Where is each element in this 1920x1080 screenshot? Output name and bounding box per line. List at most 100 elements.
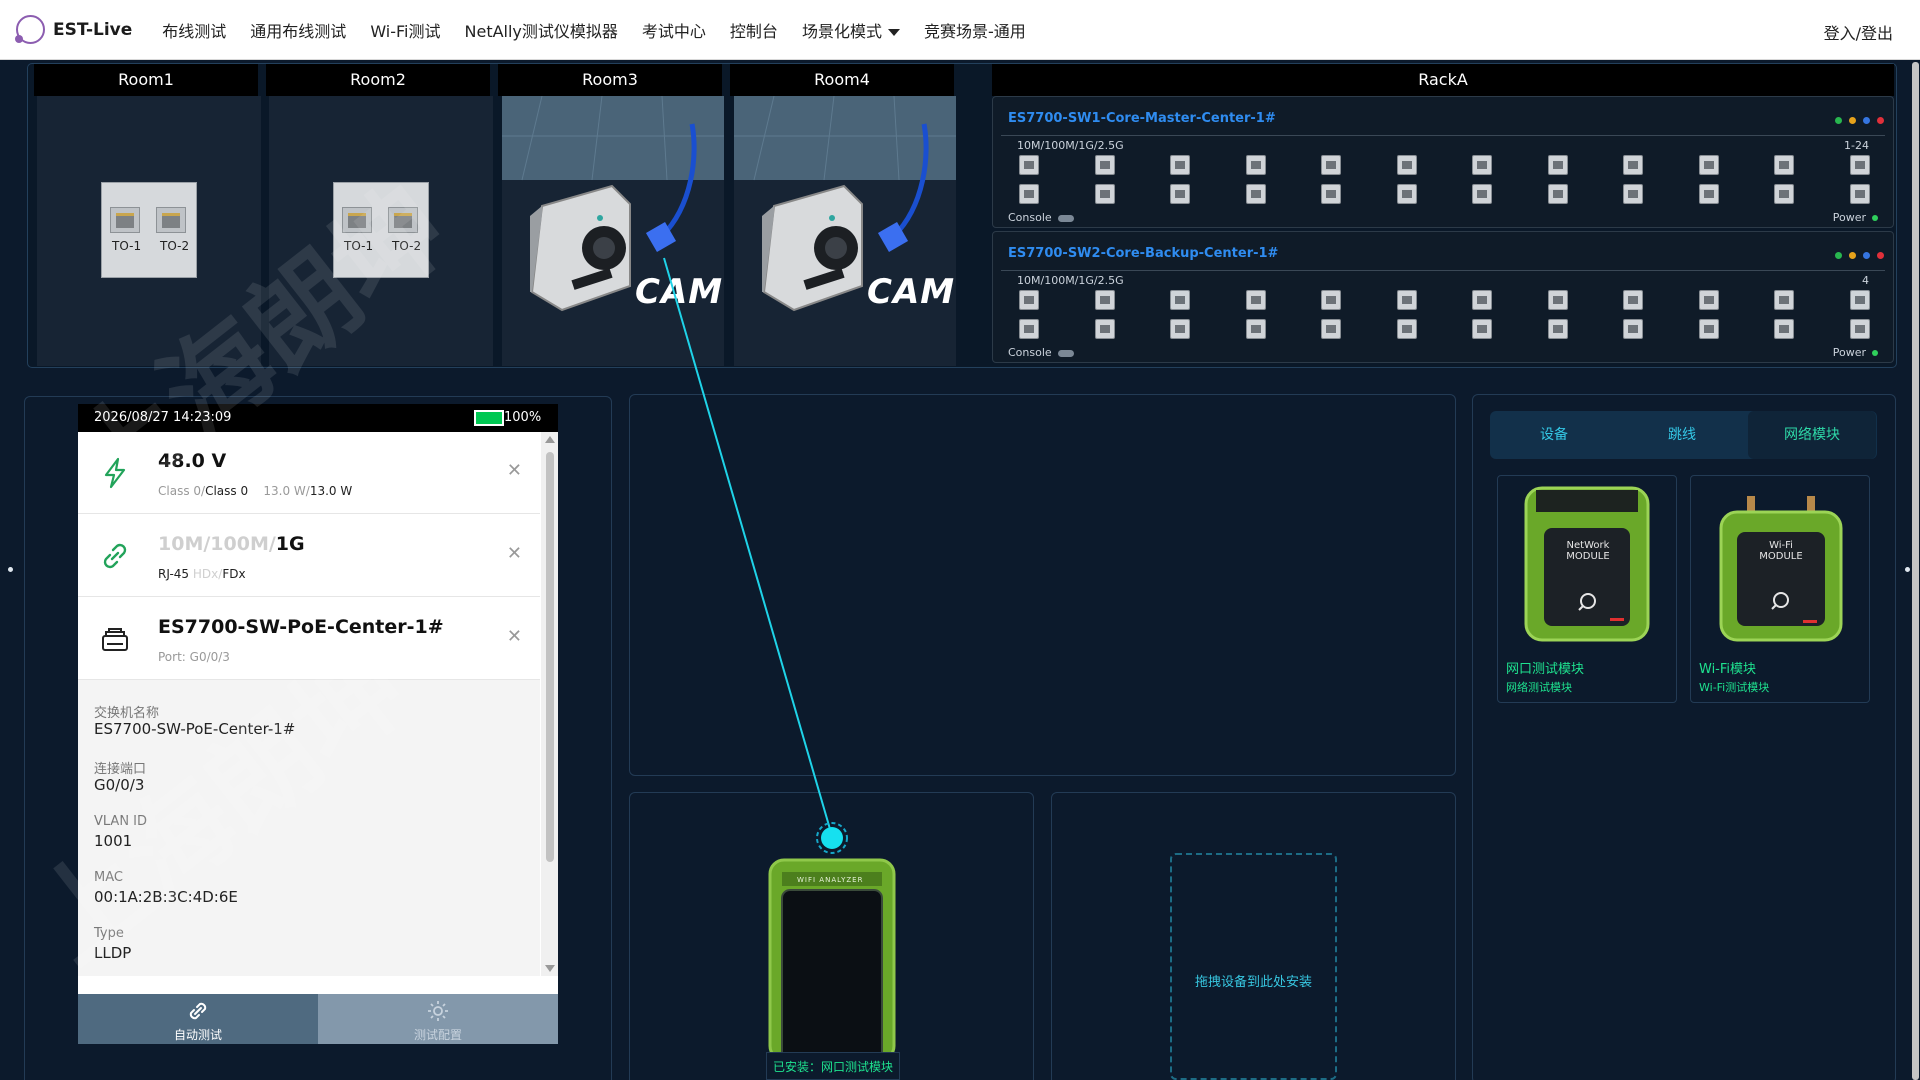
nav-netally-simulator[interactable]: NetAlly测试仪模拟器	[465, 18, 618, 42]
inventory-tabs: 设备 跳线 网络模块	[1490, 411, 1877, 459]
nav-wifi-test[interactable]: Wi-Fi测试	[370, 18, 440, 42]
switch-port[interactable]	[1849, 184, 1870, 204]
tab-test-config[interactable]: 测试配置	[318, 994, 558, 1044]
switch-port[interactable]	[1849, 155, 1870, 175]
module-card-wifi[interactable]: Wi-Fi MODULE Wi-Fi模块 Wi-Fi测试模块	[1690, 475, 1870, 703]
switch-port[interactable]	[1547, 290, 1568, 310]
device-drop-zone[interactable]: 拖拽设备到此处安装	[1170, 853, 1337, 1080]
switch-port[interactable]	[1094, 184, 1115, 204]
logo[interactable]: EST-Live	[15, 15, 150, 44]
close-icon[interactable]: ✕	[507, 543, 522, 564]
battery-percent: 100%	[504, 410, 542, 425]
switch-sw2[interactable]: ES7700-SW2-Core-Backup-Center-1# 10M/100…	[992, 231, 1894, 363]
switch-port[interactable]	[1245, 184, 1266, 204]
poe-result-card[interactable]: 48.0 V Class 0/Class 0 13.0 W/13.0 W ✕	[78, 432, 540, 514]
tab-patch-cords[interactable]: 跳线	[1618, 411, 1746, 459]
switch-port[interactable]	[1321, 319, 1341, 339]
switch-port[interactable]	[1019, 155, 1039, 175]
status-led	[1877, 117, 1884, 124]
scroll-up-icon[interactable]	[545, 436, 555, 443]
tab-devices[interactable]: 设备	[1490, 411, 1618, 459]
close-icon[interactable]: ✕	[507, 626, 522, 647]
tester-scrollbar[interactable]	[541, 432, 558, 976]
page-scrollbar-thumb[interactable]	[1912, 62, 1919, 1080]
nav-cabling-test[interactable]: 布线测试	[162, 18, 226, 42]
switch-port[interactable]	[1245, 290, 1266, 310]
switch-port[interactable]	[1698, 155, 1719, 175]
link-result-card[interactable]: 10M/100M/1G RJ-45 HDx/FDx ✕	[78, 515, 540, 597]
scroll-down-icon[interactable]	[545, 965, 555, 972]
console-port[interactable]: Console	[1008, 211, 1074, 224]
switch-port[interactable]	[1623, 155, 1643, 175]
switch-port[interactable]	[1472, 155, 1492, 175]
wifi-analyzer-device[interactable]	[760, 820, 900, 1052]
switch-port[interactable]	[1774, 184, 1794, 204]
switch-port[interactable]	[1094, 290, 1115, 310]
link-speed-inactive: 10M/100M/	[158, 533, 276, 555]
console-port[interactable]: Console	[1008, 346, 1074, 359]
switch-port[interactable]	[1245, 155, 1266, 175]
nav-scenario-mode[interactable]: 场景化模式	[802, 18, 900, 42]
switch-port[interactable]	[1396, 155, 1417, 175]
switch-port[interactable]	[1472, 184, 1492, 204]
switch-port[interactable]	[1547, 155, 1568, 175]
status-led	[1849, 252, 1856, 259]
switch-port[interactable]	[1472, 290, 1492, 310]
outlet-label-to2: TO-2	[392, 239, 422, 253]
switch-port[interactable]	[1094, 319, 1115, 339]
tester-scrollbar-thumb[interactable]	[546, 452, 554, 862]
right-collapse-handle[interactable]	[1903, 565, 1912, 574]
switch-port[interactable]	[1396, 319, 1417, 339]
switch-port[interactable]	[1774, 319, 1794, 339]
switch-port[interactable]	[1396, 290, 1417, 310]
switch-port[interactable]	[1623, 319, 1643, 339]
switch-port[interactable]	[1321, 155, 1341, 175]
switch-sw1[interactable]: ES7700-SW1-Core-Master-Center-1# 10M/100…	[992, 96, 1894, 228]
security-camera-icon[interactable]	[502, 96, 724, 366]
poe-power-received: 13.0 W	[309, 484, 353, 498]
login-logout-link[interactable]: 登入/登出	[1824, 20, 1893, 44]
security-camera-icon[interactable]	[734, 96, 956, 366]
tab-auto-test[interactable]: 自动测试	[78, 994, 318, 1044]
switch-port[interactable]	[1170, 290, 1190, 310]
switch-port[interactable]	[1849, 290, 1870, 310]
close-icon[interactable]: ✕	[507, 460, 522, 481]
status-led	[1835, 117, 1842, 124]
rj45-jack-icon	[388, 207, 418, 233]
switch-port[interactable]	[1774, 155, 1794, 175]
switch-port[interactable]	[1019, 290, 1039, 310]
switch-port[interactable]	[1019, 184, 1039, 204]
switch-port[interactable]	[1849, 319, 1870, 339]
link-icon	[189, 1002, 207, 1020]
switch-port[interactable]	[1698, 319, 1719, 339]
switch-speed-spec: 10M/100M/1G/2.5G	[1017, 139, 1124, 152]
nav-competition-scenario[interactable]: 竞赛场景-通用	[924, 18, 1026, 42]
switch-port[interactable]	[1698, 184, 1719, 204]
switch-port[interactable]	[1170, 184, 1190, 204]
nav-general-cabling-test[interactable]: 通用布线测试	[250, 18, 346, 42]
switch-port[interactable]	[1472, 319, 1492, 339]
switch-port[interactable]	[1623, 290, 1643, 310]
switch-port[interactable]	[1698, 290, 1719, 310]
nav-exam-center[interactable]: 考试中心	[642, 18, 706, 42]
switch-port[interactable]	[1019, 319, 1039, 339]
left-collapse-handle[interactable]	[6, 565, 15, 574]
switch-port[interactable]	[1396, 184, 1417, 204]
wall-outlet[interactable]: TO-1 TO-2	[333, 182, 429, 278]
switch-port[interactable]	[1547, 319, 1568, 339]
wall-outlet[interactable]: TO-1 TO-2	[101, 182, 197, 278]
switch-port[interactable]	[1547, 184, 1568, 204]
nav-console[interactable]: 控制台	[730, 18, 778, 42]
switch-port[interactable]	[1623, 184, 1643, 204]
switch-result-card[interactable]: ES7700-SW-PoE-Center-1# Port: G0/0/3 ✕	[78, 598, 540, 680]
module-card-network[interactable]: NetWork MODULE 网口测试模块 网络测试模块	[1497, 475, 1677, 703]
tab-network-modules[interactable]: 网络模块	[1748, 411, 1876, 459]
switch-port[interactable]	[1094, 155, 1115, 175]
switch-port[interactable]	[1170, 155, 1190, 175]
switch-port[interactable]	[1321, 184, 1341, 204]
switch-port[interactable]	[1321, 290, 1341, 310]
poe-voltage: 48.0 V	[158, 450, 227, 472]
switch-port[interactable]	[1774, 290, 1794, 310]
switch-port[interactable]	[1170, 319, 1190, 339]
switch-port[interactable]	[1245, 319, 1266, 339]
